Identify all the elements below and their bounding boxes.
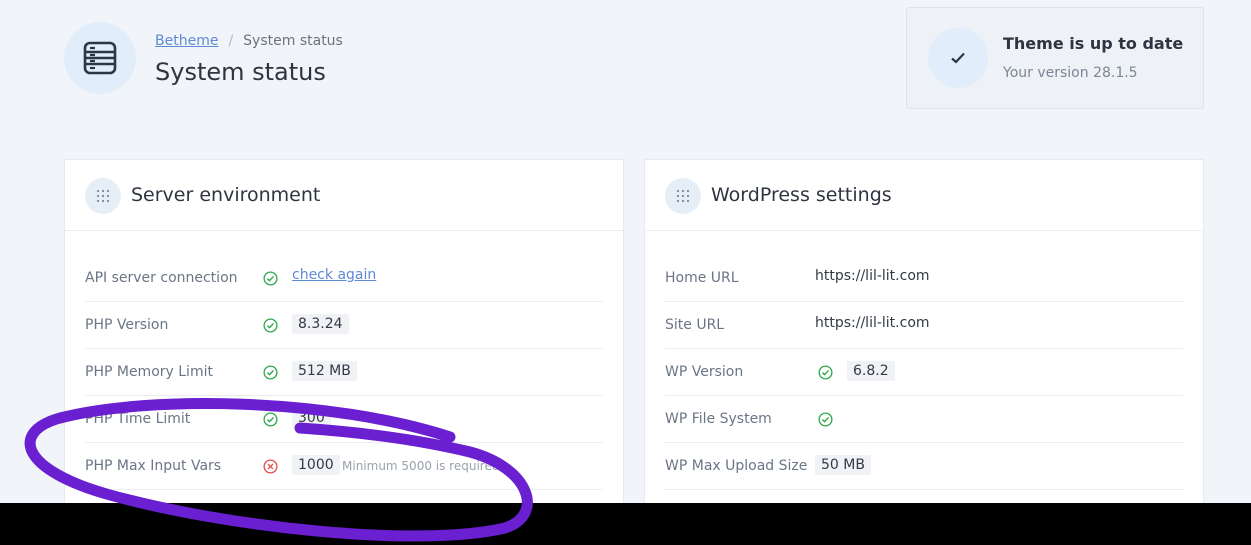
row-label: WP Version	[665, 364, 744, 380]
table-row: PHP Version 8.3.24	[85, 302, 603, 349]
value-badge: 300	[292, 408, 331, 428]
table-row: PHP Time Limit 300	[85, 396, 603, 443]
value-text: https://lil-lit.com	[815, 315, 930, 331]
card-header: WordPress settings	[645, 160, 1203, 231]
check-circle-icon	[818, 365, 833, 380]
page-title: System status	[155, 58, 326, 86]
table-row: Home URL https://lil-lit.com	[665, 255, 1183, 302]
table-row: PHP Max Input Vars 1000 Minimum 5000 is …	[85, 443, 603, 490]
breadcrumb-separator: /	[228, 33, 234, 49]
value-badge: 512 MB	[292, 361, 357, 381]
row-label: WP File System	[665, 411, 772, 427]
card-title: WordPress settings	[711, 184, 892, 206]
update-status-version: Your version 28.1.5	[1003, 65, 1138, 81]
server-rows: API server connection check again PHP Ve…	[65, 255, 623, 490]
table-row: WP Max Upload Size 50 MB	[665, 443, 1183, 490]
row-label: PHP Memory Limit	[85, 364, 213, 380]
card-header: Server environment	[65, 160, 623, 231]
check-again-link[interactable]: check again	[292, 267, 376, 283]
row-label: Home URL	[665, 270, 739, 286]
server-icon	[64, 22, 136, 94]
value-badge: 8.3.24	[292, 314, 349, 334]
check-circle-icon	[263, 271, 278, 286]
row-label: PHP Max Input Vars	[85, 458, 222, 474]
card-title: Server environment	[131, 184, 321, 206]
row-label: WP Max Upload Size	[665, 458, 808, 474]
update-status-panel: Theme is up to date Your version 28.1.5	[906, 7, 1204, 109]
table-row: Site URL https://lil-lit.com	[665, 302, 1183, 349]
checkmark-icon	[928, 28, 988, 88]
drag-handle-icon	[85, 178, 121, 214]
table-row: WP File System	[665, 396, 1183, 443]
wordpress-settings-card: WordPress settings Home URL https://lil-…	[644, 159, 1204, 545]
update-status-title: Theme is up to date	[1003, 34, 1184, 53]
check-circle-icon	[818, 412, 833, 427]
value-badge: 1000	[292, 455, 340, 475]
wordpress-rows: Home URL https://lil-lit.com Site URL ht…	[645, 255, 1203, 490]
breadcrumb: Betheme / System status	[155, 33, 343, 49]
table-row: API server connection check again	[85, 255, 603, 302]
value-badge: 6.8.2	[847, 361, 895, 381]
bottom-black-bar	[0, 503, 1251, 545]
table-row: PHP Memory Limit 512 MB	[85, 349, 603, 396]
row-label: Site URL	[665, 317, 725, 333]
table-row: WP Version 6.8.2	[665, 349, 1183, 396]
value-badge: 50 MB	[815, 455, 871, 475]
drag-handle-icon	[665, 178, 701, 214]
server-environment-card: Server environment API server connection…	[64, 159, 624, 545]
error-circle-icon	[263, 459, 278, 474]
breadcrumb-current: System status	[243, 33, 343, 49]
check-circle-icon	[263, 318, 278, 333]
value-text: https://lil-lit.com	[815, 268, 930, 284]
requirement-note: Minimum 5000 is required	[342, 459, 500, 473]
row-label: PHP Version	[85, 317, 169, 333]
check-circle-icon	[263, 412, 278, 427]
row-label: API server connection	[85, 270, 238, 286]
check-circle-icon	[263, 365, 278, 380]
breadcrumb-root-link[interactable]: Betheme	[155, 33, 218, 49]
row-label: PHP Time Limit	[85, 411, 191, 427]
